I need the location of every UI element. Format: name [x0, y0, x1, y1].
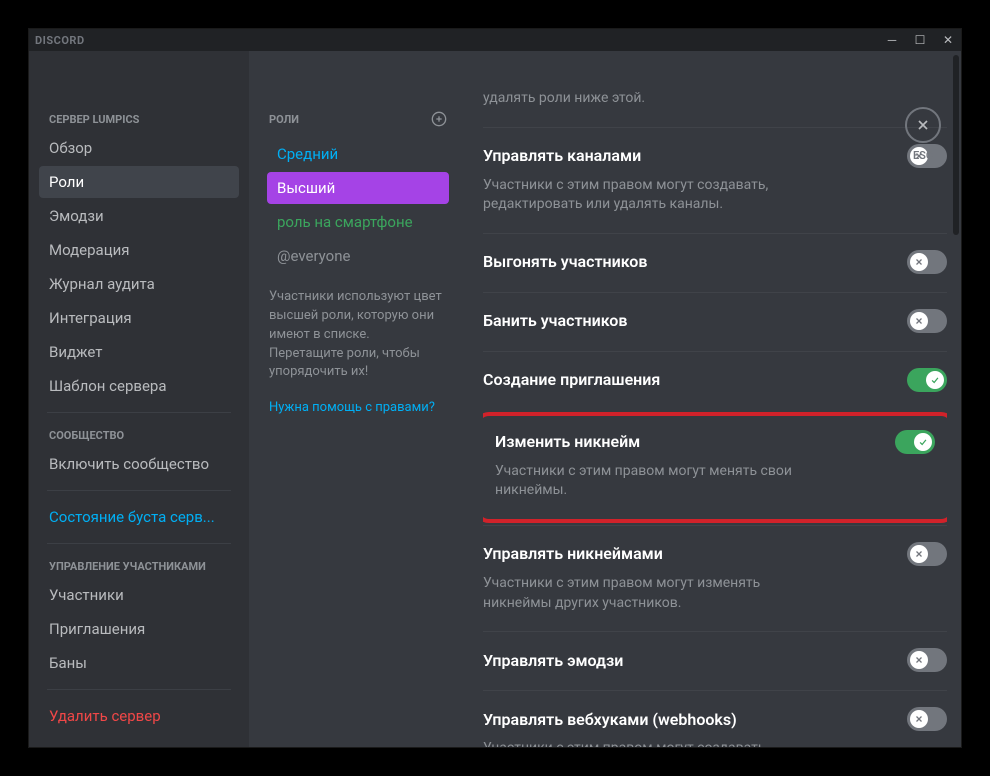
permission-row: Создание приглашения: [483, 351, 947, 410]
sidebar-category-server: СЕРВЕР LUMPICS: [39, 107, 239, 132]
sidebar-item[interactable]: Шаблон сервера: [39, 370, 239, 402]
permission-toggle[interactable]: [895, 430, 935, 454]
sidebar-item-boost-status[interactable]: Состояние буста серв...: [39, 501, 239, 533]
permission-toggle[interactable]: [907, 648, 947, 672]
esc-label: ESC: [913, 149, 933, 162]
divider: [47, 543, 231, 544]
roles-column: РОЛИ СреднийВысшийроль на смартфоне@ever…: [249, 51, 467, 747]
settings-sidebar: СЕРВЕР LUMPICS ОбзорРолиЭмодзиМодерацияЖ…: [29, 51, 249, 747]
x-icon: [910, 545, 928, 563]
role-item[interactable]: Высший: [267, 172, 449, 204]
permission-title: Выгонять участников: [483, 252, 647, 271]
scrollbar-thumb[interactable]: [953, 55, 959, 235]
roles-hint: Участники используют цвет высшей роли, к…: [267, 288, 449, 382]
permission-description: Участники с этим правом могут создавать,: [483, 739, 803, 747]
sidebar-category-community: СООБЩЕСТВО: [39, 423, 239, 448]
window-controls: ─ ☐ ✕: [885, 33, 955, 47]
permission-row: Выгонять участников: [483, 233, 947, 292]
sidebar-item-delete-server[interactable]: Удалить сервер: [39, 700, 239, 732]
permission-description: удалять роли ниже этой.: [483, 89, 803, 109]
permission-title: Изменить никнейм: [495, 432, 640, 451]
minimize-button[interactable]: ─: [885, 33, 899, 47]
sidebar-item[interactable]: Интеграция: [39, 302, 239, 334]
x-icon: [910, 312, 928, 330]
permission-title: Управлять никнеймами: [483, 544, 663, 563]
app-brand: DISCORD: [35, 34, 85, 47]
roles-header-label: РОЛИ: [269, 113, 299, 126]
permission-title: Управлять эмодзи: [483, 651, 623, 670]
add-role-button[interactable]: [431, 111, 447, 128]
sidebar-item[interactable]: Обзор: [39, 132, 239, 164]
highlighted-permission: Изменить никнейм Участники с этим правом …: [483, 412, 947, 523]
permission-row: Управлять эмодзи: [483, 631, 947, 690]
close-button[interactable]: ✕: [941, 33, 955, 47]
titlebar: DISCORD ─ ☐ ✕: [29, 29, 961, 51]
sidebar-item[interactable]: Приглашения: [39, 613, 239, 645]
permission-description: Участники с этим правом могут изменять н…: [483, 574, 803, 613]
permission-row: Банить участников: [483, 292, 947, 351]
permission-row: Управлять вебхуками (webhooks) Участники …: [483, 690, 947, 747]
role-item[interactable]: @everyone: [267, 240, 449, 272]
permission-toggle[interactable]: [907, 250, 947, 274]
sidebar-item[interactable]: Эмодзи: [39, 200, 239, 232]
sidebar-item[interactable]: Модерация: [39, 234, 239, 266]
permission-toggle[interactable]: [907, 707, 947, 731]
divider: [47, 689, 231, 690]
close-settings-button[interactable]: [905, 107, 941, 143]
permission-toggle[interactable]: [907, 309, 947, 333]
permission-row: Управлять каналами Участники с этим право…: [483, 127, 947, 233]
permission-toggle[interactable]: [907, 542, 947, 566]
divider: [47, 490, 231, 491]
app-window: DISCORD ─ ☐ ✕ СЕРВЕР LUMPICS ОбзорРолиЭм…: [28, 28, 962, 748]
x-icon: [910, 710, 928, 728]
permissions-column: удалять роли ниже этой. Управлять каналам…: [467, 51, 961, 747]
close-settings: ESC: [905, 107, 941, 162]
sidebar-item[interactable]: Виджет: [39, 336, 239, 368]
sidebar-item[interactable]: Включить сообщество: [39, 448, 239, 480]
role-item[interactable]: роль на смартфоне: [267, 206, 449, 238]
role-item[interactable]: Средний: [267, 138, 449, 170]
x-icon: [910, 651, 928, 669]
permission-row: удалять роли ниже этой.: [483, 89, 947, 127]
permission-row: Управлять никнеймами Участники с этим пра…: [483, 525, 947, 631]
sidebar-item[interactable]: Журнал аудита: [39, 268, 239, 300]
sidebar-item[interactable]: Участники: [39, 579, 239, 611]
permission-title: Банить участников: [483, 311, 627, 330]
check-icon: [926, 371, 944, 389]
content: СЕРВЕР LUMPICS ОбзорРолиЭмодзиМодерацияЖ…: [29, 51, 961, 747]
sidebar-item[interactable]: Роли: [39, 166, 239, 198]
permission-description: Участники с этим правом могут создавать,…: [483, 176, 803, 215]
roles-help-link[interactable]: Нужна помощь с правами?: [267, 400, 449, 415]
check-icon: [914, 433, 932, 451]
permission-description: Участники с этим правом могут менять сво…: [495, 462, 815, 501]
sidebar-item[interactable]: Баны: [39, 647, 239, 679]
roles-header: РОЛИ: [267, 107, 449, 138]
sidebar-category-member-mgmt: УПРАВЛЕНИЕ УЧАСТНИКАМИ: [39, 554, 239, 579]
divider: [47, 412, 231, 413]
permission-toggle[interactable]: [907, 368, 947, 392]
permission-title: Управлять вебхуками (webhooks): [483, 710, 737, 729]
permission-title: Управлять каналами: [483, 146, 641, 165]
maximize-button[interactable]: ☐: [913, 33, 927, 47]
permission-title: Создание приглашения: [483, 370, 660, 389]
x-icon: [910, 253, 928, 271]
